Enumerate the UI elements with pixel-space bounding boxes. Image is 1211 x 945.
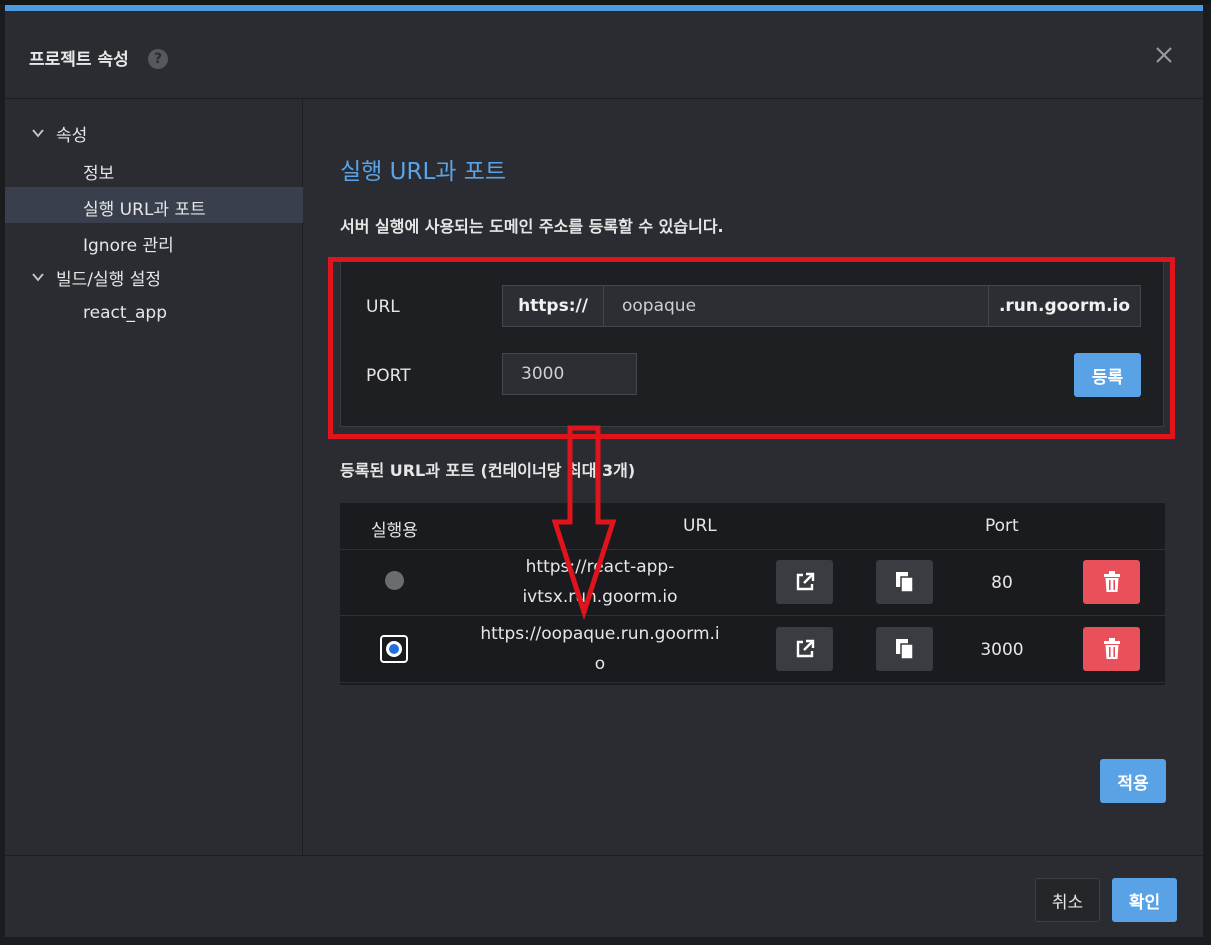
ok-button[interactable]: 확인 <box>1112 878 1177 922</box>
delete-button[interactable] <box>1083 627 1140 671</box>
chevron-down-icon <box>32 129 44 138</box>
question-circle-icon[interactable]: ? <box>148 49 168 69</box>
trash-icon <box>1103 571 1120 592</box>
close-icon[interactable] <box>1150 41 1178 69</box>
url-line: https://oopaque.run.goorm.i <box>480 624 720 644</box>
section-title: 실행 URL과 포트 <box>340 159 507 185</box>
run-radio-selected[interactable] <box>380 635 408 663</box>
port-cell: 3000 <box>980 640 1024 660</box>
url-line: o <box>594 654 606 674</box>
url-cell: https://oopaque.run.goorm.i o <box>460 619 740 679</box>
section-description: 서버 실행에 사용되는 도메인 주소를 등록할 수 있습니다. <box>340 217 724 236</box>
copy-icon <box>895 639 914 660</box>
delete-button[interactable] <box>1083 560 1140 604</box>
url-subdomain-input[interactable] <box>603 285 989 327</box>
copy-button[interactable] <box>876 627 933 671</box>
registered-url-table: 실행용 URL Port https://react-app- ivtsx.ru… <box>340 503 1165 685</box>
column-header-run: 실행용 <box>371 521 418 541</box>
copy-button[interactable] <box>876 560 933 604</box>
dialog-header: 프로젝트 속성 ? <box>5 11 1203 99</box>
sidebar-item-ignore[interactable]: Ignore 관리 <box>5 223 303 259</box>
settings-sidebar: 속성 정보 실행 URL과 포트 Ignore 관리 빌드/실행 설정 reac… <box>5 99 303 855</box>
column-header-url: URL <box>683 516 717 536</box>
external-link-icon <box>796 572 814 591</box>
copy-icon <box>895 572 914 593</box>
url-line: https://react-app- <box>525 557 675 577</box>
sidebar-item-label: 정보 <box>83 164 115 184</box>
project-properties-dialog: 프로젝트 속성 ? 속성 정보 실행 URL과 포트 Ignore 관리 빌드/… <box>5 5 1203 937</box>
registered-list-title: 등록된 URL과 포트 (컨테이너당 최대 3개) <box>340 461 636 480</box>
open-link-button[interactable] <box>776 627 833 671</box>
url-port-form: URL https:// .run.goorm.io PORT 등록 <box>340 259 1164 427</box>
dialog-footer: 취소 확인 <box>5 855 1203 937</box>
register-button[interactable]: 등록 <box>1074 353 1141 397</box>
dialog-title: 프로젝트 속성 <box>29 50 129 70</box>
trash-icon <box>1103 638 1120 659</box>
external-link-icon <box>796 639 814 658</box>
sidebar-group-label: 속성 <box>56 125 88 146</box>
sidebar-item-react-app[interactable]: react_app <box>5 295 303 331</box>
url-suffix: .run.goorm.io <box>988 285 1141 327</box>
table-header: 실행용 URL Port <box>340 503 1165 550</box>
sidebar-item-info[interactable]: 정보 <box>5 151 303 187</box>
sidebar-group-label: 빌드/실행 설정 <box>56 269 161 290</box>
column-header-port: Port <box>985 516 1019 536</box>
sidebar-item-run-url-port[interactable]: 실행 URL과 포트 <box>5 187 303 223</box>
apply-button[interactable]: 적용 <box>1100 759 1166 803</box>
table-row: https://oopaque.run.goorm.i o 3000 <box>340 616 1165 683</box>
run-radio[interactable] <box>385 571 404 590</box>
port-label: PORT <box>366 366 411 386</box>
url-line: ivtsx.run.goorm.io <box>522 587 678 607</box>
cancel-button[interactable]: 취소 <box>1035 878 1100 922</box>
main-panel: 실행 URL과 포트 서버 실행에 사용되는 도메인 주소를 등록할 수 있습니… <box>303 99 1203 855</box>
sidebar-item-label: Ignore 관리 <box>83 236 174 256</box>
chevron-down-icon <box>32 273 44 282</box>
url-label: URL <box>366 297 400 317</box>
port-cell: 80 <box>991 573 1013 593</box>
sidebar-item-label: react_app <box>83 303 168 323</box>
sidebar-item-label: 실행 URL과 포트 <box>83 200 206 220</box>
url-cell: https://react-app- ivtsx.run.goorm.io <box>470 552 730 612</box>
port-input[interactable] <box>502 353 637 395</box>
open-link-button[interactable] <box>776 560 833 604</box>
url-prefix: https:// <box>502 285 604 327</box>
sidebar-group-build-run[interactable]: 빌드/실행 설정 <box>5 259 303 295</box>
sidebar-group-properties[interactable]: 속성 <box>5 115 303 151</box>
table-row: https://react-app- ivtsx.run.goorm.io 80 <box>340 549 1165 616</box>
